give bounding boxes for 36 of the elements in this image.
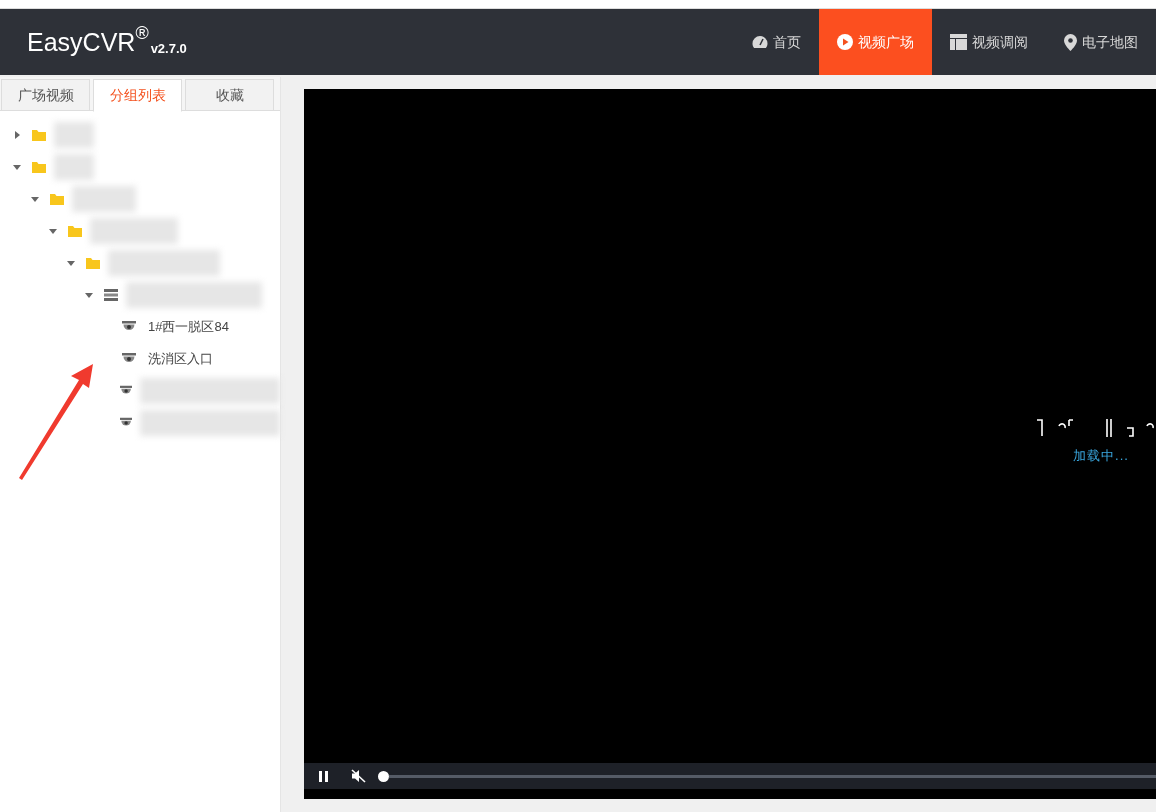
caret-down-icon[interactable] xyxy=(67,259,75,267)
folder-icon xyxy=(32,161,46,173)
folder-icon xyxy=(50,193,64,205)
play-icon xyxy=(837,34,853,50)
caret-down-icon[interactable] xyxy=(85,291,93,299)
caret-right-icon[interactable] xyxy=(13,131,21,139)
tree-item-label[interactable]: 1#西一脱区84 xyxy=(148,317,229,337)
version-label: v2.7.0 xyxy=(150,41,187,55)
sidebar-tab[interactable]: 分组列表 xyxy=(93,79,182,112)
loading-status: 加载中... xyxy=(1073,447,1129,466)
caret-down-icon[interactable] xyxy=(49,227,57,235)
caret-down-icon[interactable] xyxy=(13,163,21,171)
nav-tab[interactable]: 首页 xyxy=(734,9,819,75)
logo-text: EasyCVR xyxy=(27,29,136,55)
pause-icon xyxy=(319,770,329,782)
dome-camera-icon xyxy=(120,385,133,397)
progress-thumb[interactable] xyxy=(378,770,389,782)
server-icon xyxy=(104,289,118,301)
sidebar-tab[interactable]: 广场视频 xyxy=(1,79,90,111)
progress-track[interactable] xyxy=(389,774,1156,778)
muted-speaker-icon xyxy=(351,769,367,783)
nav-tab[interactable]: 视频调阅 xyxy=(932,9,1046,75)
folder-icon xyxy=(86,257,100,269)
tree-item-label[interactable]: 洗消区入口 xyxy=(148,349,213,369)
nav-tab[interactable]: 电子地图 xyxy=(1046,9,1156,75)
dome-camera-icon xyxy=(122,353,136,365)
layout-icon xyxy=(950,34,967,50)
caret-down-icon[interactable] xyxy=(31,195,39,203)
folder-icon xyxy=(32,129,46,141)
sidebar-tab[interactable]: 收藏 xyxy=(185,79,274,111)
location-pin-icon xyxy=(1064,33,1077,51)
registered-mark: ® xyxy=(135,23,149,42)
gauge-icon xyxy=(752,35,768,49)
dome-camera-icon xyxy=(122,321,136,333)
dome-camera-icon xyxy=(120,417,133,429)
folder-icon xyxy=(68,225,82,237)
